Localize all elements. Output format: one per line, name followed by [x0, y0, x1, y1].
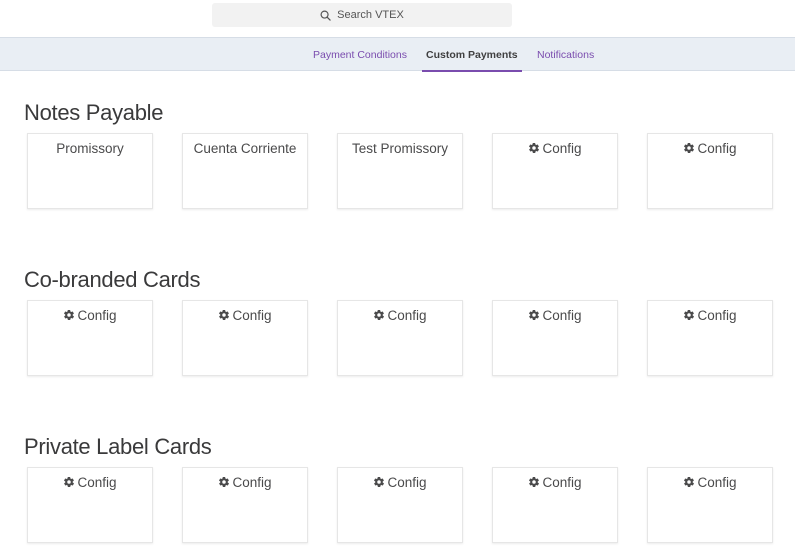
- card-label: Config: [232, 308, 272, 323]
- gear-icon: [373, 476, 385, 491]
- card-label: Config: [77, 308, 117, 323]
- gear-icon: [218, 309, 230, 324]
- card-label: Test Promissory: [351, 141, 449, 156]
- tab-notifications[interactable]: Notifications: [537, 38, 594, 70]
- gear-icon: [63, 309, 75, 324]
- tab-custom-payments[interactable]: Custom Payments: [422, 38, 522, 72]
- config-card[interactable]: Config: [337, 300, 463, 376]
- gear-icon: [683, 309, 695, 324]
- section-title: Notes Payable: [24, 100, 164, 125]
- gear-icon: [528, 476, 540, 491]
- config-card[interactable]: Config: [492, 300, 618, 376]
- card-label: Config: [542, 475, 582, 490]
- search-icon: [320, 10, 331, 21]
- card-label: Config: [697, 308, 737, 323]
- gear-icon: [373, 309, 385, 324]
- card-label: Config: [232, 475, 272, 490]
- payment-card[interactable]: Cuenta Corriente: [182, 133, 308, 209]
- card-label: Promissory: [56, 141, 124, 156]
- card-label: Config: [542, 141, 582, 156]
- config-card[interactable]: Config: [492, 133, 618, 209]
- top-bar: Search VTEX: [0, 0, 795, 37]
- gear-icon: [218, 476, 230, 491]
- card-label: Cuenta Corriente: [193, 141, 297, 156]
- gear-icon: [683, 476, 695, 491]
- config-card[interactable]: Config: [492, 467, 618, 543]
- config-card[interactable]: Config: [182, 467, 308, 543]
- config-card[interactable]: Config: [337, 467, 463, 543]
- config-card[interactable]: Config: [27, 467, 153, 543]
- config-card[interactable]: Config: [647, 300, 773, 376]
- config-card[interactable]: Config: [647, 467, 773, 543]
- search-bar[interactable]: Search VTEX: [212, 3, 512, 27]
- section-title: Private Label Cards: [24, 434, 212, 459]
- tab-payment-conditions[interactable]: Payment Conditions: [313, 38, 407, 70]
- card-label: Config: [387, 475, 427, 490]
- config-card[interactable]: Config: [182, 300, 308, 376]
- card-label: Config: [77, 475, 117, 490]
- payment-card[interactable]: Promissory: [27, 133, 153, 209]
- gear-icon: [63, 476, 75, 491]
- card-label: Config: [542, 308, 582, 323]
- card-label: Config: [387, 308, 427, 323]
- section-title: Co-branded Cards: [24, 267, 201, 292]
- config-card[interactable]: Config: [27, 300, 153, 376]
- card-label: Config: [697, 475, 737, 490]
- search-label: Search VTEX: [337, 9, 404, 21]
- card-label: Config: [697, 141, 737, 156]
- config-card[interactable]: Config: [647, 133, 773, 209]
- gear-icon: [528, 142, 540, 157]
- gear-icon: [528, 309, 540, 324]
- gear-icon: [683, 142, 695, 157]
- tab-bar: Payment Conditions Custom Payments Notif…: [0, 37, 795, 72]
- payment-card[interactable]: Test Promissory: [337, 133, 463, 209]
